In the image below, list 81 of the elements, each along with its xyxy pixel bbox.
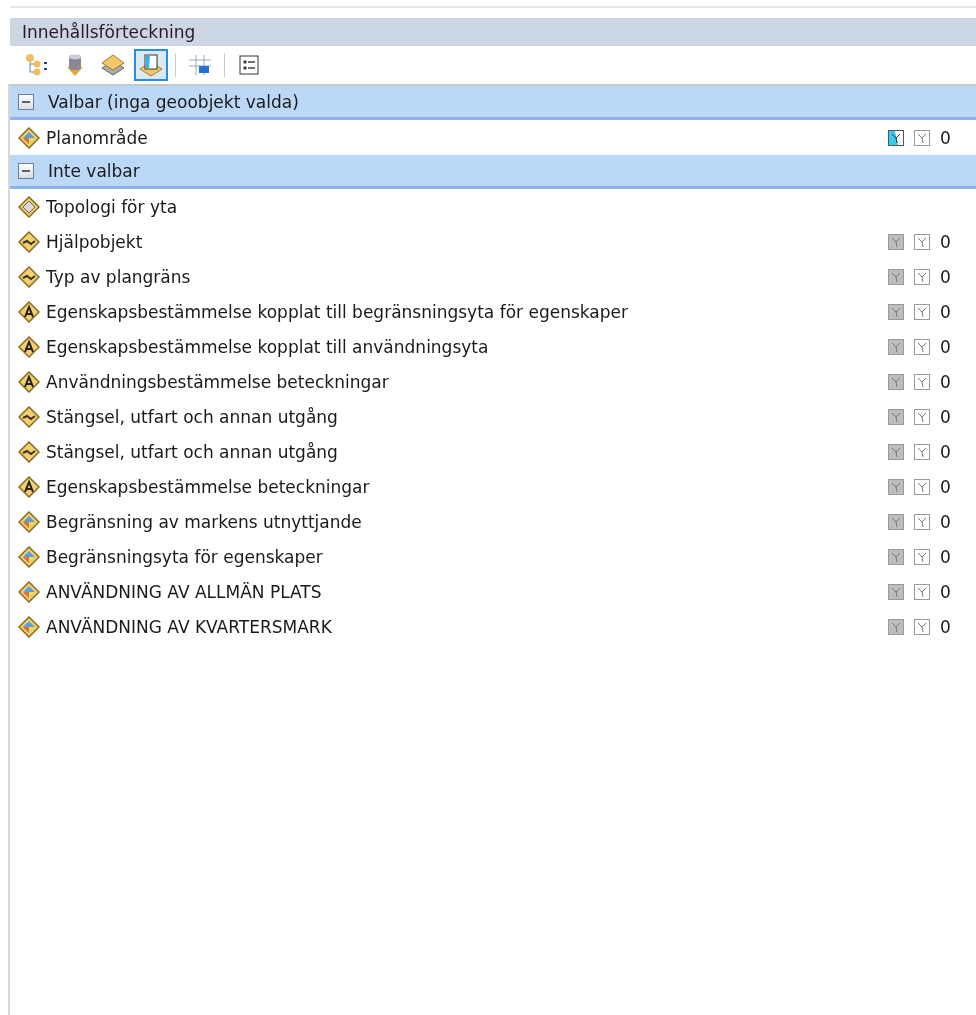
polygon-layer-icon <box>18 510 40 533</box>
selection-count: 0 <box>940 231 951 252</box>
selection-count: 0 <box>940 266 951 287</box>
selectable-checkbox[interactable] <box>888 268 904 285</box>
layer-name[interactable]: Egenskapsbestämmelse kopplat till begränsningsyta för egenskaper <box>46 301 882 322</box>
polygon-layer-icon <box>18 615 40 638</box>
selection-checkbox[interactable] <box>914 618 930 635</box>
selection-checkbox[interactable] <box>914 303 930 320</box>
selection-button[interactable] <box>134 49 168 81</box>
selection-checkbox[interactable] <box>914 513 930 530</box>
selectable-checkbox[interactable] <box>888 338 904 355</box>
selection-checkbox[interactable] <box>914 583 930 600</box>
line-layer-icon <box>18 265 40 288</box>
layer-name[interactable]: Stängsel, utfart och annan utgång <box>46 441 882 462</box>
selection-count: 0 <box>940 476 951 497</box>
selection-checkbox[interactable] <box>914 548 930 565</box>
collapse-toggle[interactable] <box>18 162 34 179</box>
layers-icon <box>100 53 126 77</box>
annotation-layer-icon <box>18 370 40 393</box>
layer-name[interactable]: Egenskapsbestämmelse beteckningar <box>46 476 882 497</box>
annotation-layer-icon <box>18 475 40 498</box>
selection-count: 0 <box>940 406 951 427</box>
selectable-checkbox[interactable] <box>888 478 904 495</box>
layer-name[interactable]: ANVÄNDNING AV KVARTERSMARK <box>46 616 882 637</box>
selection-checkbox[interactable] <box>914 268 930 285</box>
grid-icon <box>187 53 213 77</box>
selectable-checkbox[interactable] <box>888 373 904 390</box>
selectable-checkbox[interactable] <box>888 618 904 635</box>
tree-icon <box>24 53 50 77</box>
selection-checkbox[interactable] <box>914 478 930 495</box>
selectable-checkbox[interactable] <box>888 233 904 250</box>
layer-name[interactable]: Stängsel, utfart och annan utgång <box>46 406 882 427</box>
topology-layer-icon <box>18 195 40 218</box>
layer-name[interactable]: Hjälpobjekt <box>46 231 882 252</box>
database-icon <box>65 53 85 77</box>
selection-count: 0 <box>940 616 951 637</box>
layer-name[interactable]: Begränsning av markens utnyttjande <box>46 511 882 532</box>
layer-name[interactable]: Topologi för yta <box>46 196 976 217</box>
selectable-checkbox[interactable] <box>888 408 904 425</box>
line-layer-icon <box>18 440 40 463</box>
selection-count: 0 <box>940 301 951 322</box>
group-header[interactable]: Inte valbar <box>10 155 976 189</box>
group-header[interactable]: Valbar (inga geoobjekt valda) <box>10 86 976 120</box>
layer-name[interactable]: Användningsbestämmelse beteckningar <box>46 371 882 392</box>
selection-checkbox[interactable] <box>914 129 930 146</box>
selection-count: 0 <box>940 371 951 392</box>
selection-count: 0 <box>940 127 951 148</box>
polygon-layer-icon <box>18 580 40 603</box>
selection-checkbox[interactable] <box>914 443 930 460</box>
selection-count: 0 <box>940 441 951 462</box>
selection-count: 0 <box>940 581 951 602</box>
group-label: Inte valbar <box>48 160 140 181</box>
panel-title: Innehållsförteckning <box>10 18 976 46</box>
polygon-layer-icon <box>18 126 40 149</box>
annotation-layer-icon <box>18 300 40 323</box>
selectable-checkbox[interactable] <box>888 129 904 146</box>
selection-checkbox[interactable] <box>914 373 930 390</box>
layer-name[interactable]: Begränsningsyta för egenskaper <box>46 546 882 567</box>
group-label: Valbar (inga geoobjekt valda) <box>48 91 299 112</box>
layer-name[interactable]: Egenskapsbestämmelse kopplat till användningsyta <box>46 336 882 357</box>
selectable-checkbox[interactable] <box>888 548 904 565</box>
annotation-layer-icon <box>18 335 40 358</box>
collapse-toggle[interactable] <box>18 93 34 110</box>
selectable-checkbox[interactable] <box>888 513 904 530</box>
layer-name[interactable]: Typ av plangräns <box>46 266 882 287</box>
selection-count: 0 <box>940 546 951 567</box>
layer-name[interactable]: ANVÄNDNING AV ALLMÄN PLATS <box>46 581 882 602</box>
selection-count: 0 <box>940 511 951 532</box>
selectable-checkbox[interactable] <box>888 583 904 600</box>
line-layer-icon <box>18 230 40 253</box>
polygon-layer-icon <box>18 545 40 568</box>
selectable-checkbox[interactable] <box>888 443 904 460</box>
selection-checkbox[interactable] <box>914 233 930 250</box>
selection-count: 0 <box>940 336 951 357</box>
selection-checkbox[interactable] <box>914 408 930 425</box>
line-layer-icon <box>18 405 40 428</box>
list-options-icon <box>238 54 260 76</box>
selectable-layer-icon <box>138 53 164 77</box>
layer-name[interactable]: Planområde <box>46 127 882 148</box>
selectable-checkbox[interactable] <box>888 303 904 320</box>
selection-checkbox[interactable] <box>914 338 930 355</box>
